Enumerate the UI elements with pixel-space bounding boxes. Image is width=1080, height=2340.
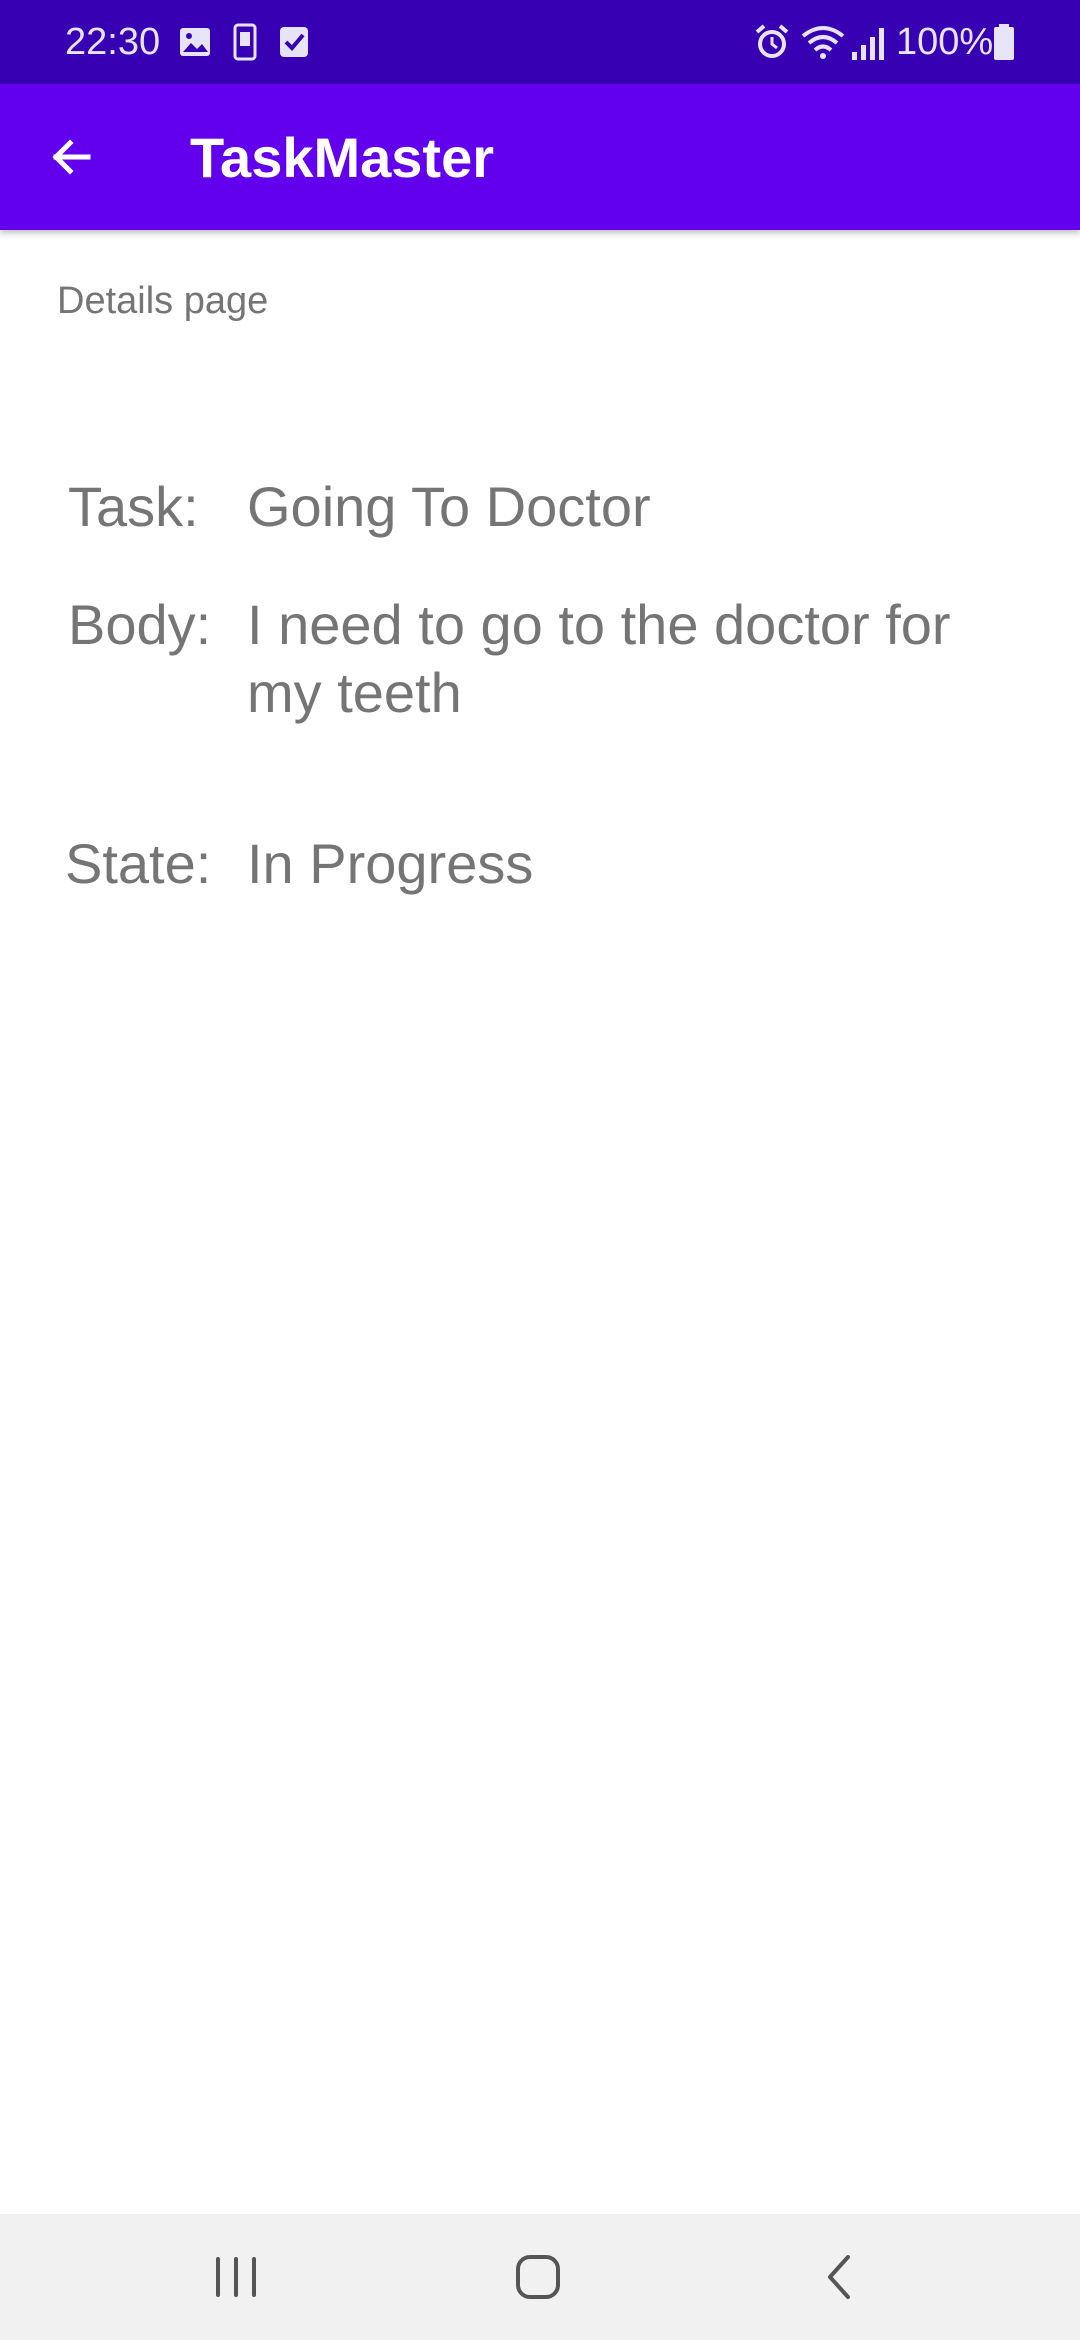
task-label: Task: (68, 475, 199, 538)
phone-icon (233, 23, 257, 61)
body-value: I need to go to the doctor for my teeth (247, 593, 951, 724)
status-time: 22:30 (65, 21, 161, 63)
checkbox-icon (280, 27, 308, 57)
battery-percentage: 100% (896, 21, 994, 63)
page-label: Details page (57, 280, 269, 322)
status-bar: 22:30 100% (0, 0, 1080, 84)
state-label: State: (65, 832, 212, 895)
recent-apps-icon[interactable] (196, 2237, 276, 2317)
body-label: Body: (68, 593, 212, 656)
battery-icon (994, 24, 1014, 60)
app-bar: TaskMaster (0, 84, 1080, 230)
signal-icon (852, 28, 884, 60)
arrow-back-icon[interactable] (36, 121, 108, 193)
back-icon[interactable] (800, 2237, 880, 2317)
image-icon (180, 28, 210, 56)
task-value: Going To Doctor (247, 475, 651, 538)
navigation-bar (0, 2214, 1080, 2340)
wifi-icon (801, 26, 845, 59)
alarm-icon (755, 24, 789, 58)
screen: 22:30 100% TaskMaster Details page Task:… (0, 0, 1080, 2340)
app-title: TaskMaster (190, 126, 495, 189)
state-value: In Progress (247, 832, 534, 895)
home-icon[interactable] (498, 2237, 578, 2317)
